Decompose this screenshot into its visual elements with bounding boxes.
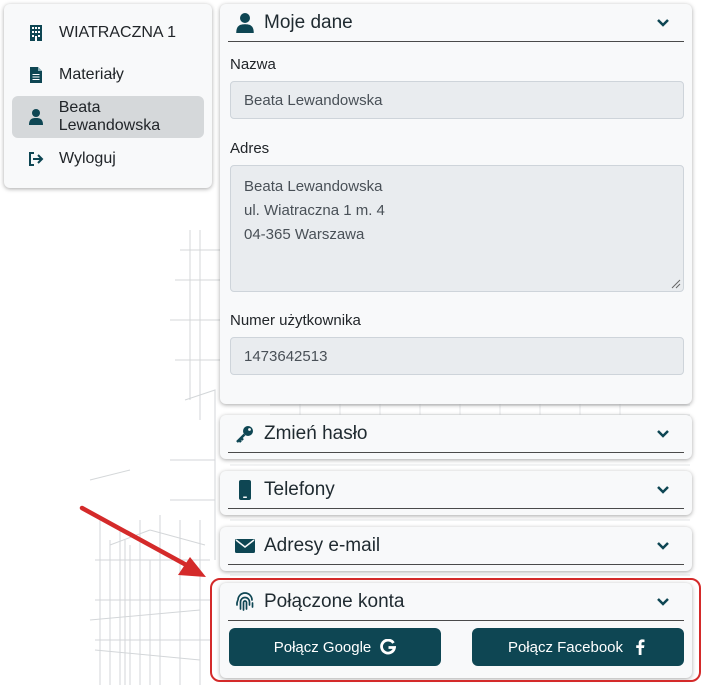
change-password-card: Zmień hasło [220,415,692,459]
my-data-card: Moje dane Nazwa Beata Lewandowska Adres … [220,4,692,404]
sidebar-item-label: WIATRACZNA 1 [59,24,177,41]
section-title: Adresy e-mail [264,534,381,556]
name-value: Beata Lewandowska [244,91,383,109]
logout-icon [26,149,46,169]
section-title: Połączone konta [264,590,405,612]
button-label: Połącz Facebook [507,638,624,656]
section-title: Moje dane [264,11,353,33]
name-field[interactable]: Beata Lewandowska [230,81,684,119]
address-line: Beata Lewandowska [244,178,383,195]
user-number-value: 1473642513 [244,347,328,365]
user-icon [26,107,46,127]
google-icon [380,639,397,655]
section-title: Telefony [264,478,335,500]
sidebar-item-label: Materiały [59,66,124,83]
resize-handle-icon[interactable] [669,277,681,289]
button-label: Połącz Google [273,638,372,656]
chevron-down-icon [657,430,669,438]
user-number-field[interactable]: 1473642513 [230,337,684,375]
change-password-header[interactable]: Zmień hasło [228,415,684,453]
connect-google-button[interactable]: Połącz Google [229,628,441,666]
address-label: Adres [230,140,270,157]
my-data-header[interactable]: Moje dane [228,4,684,42]
address-line: 04-365 Warszawa [244,226,365,243]
phones-card: Telefony [220,471,692,515]
section-title: Zmień hasło [264,422,368,444]
sidebar-item-materials[interactable]: Materiały [12,54,204,96]
phones-header[interactable]: Telefony [228,471,684,509]
sidebar-item-label: Wyloguj [59,150,116,167]
name-label: Nazwa [230,56,276,73]
key-icon [234,423,256,445]
sidebar-item-building[interactable]: WIATRACZNA 1 [12,12,204,54]
envelope-icon [234,535,256,557]
emails-card: Adresy e-mail [220,527,692,571]
document-icon [26,65,46,85]
user-number-label: Numer użytkownika [230,312,361,329]
address-field[interactable]: Beata Lewandowska ul. Wiatraczna 1 m. 4 … [230,165,684,292]
chevron-down-icon [657,542,669,550]
building-icon [26,23,46,43]
chevron-down-icon [657,19,669,27]
connected-accounts-header[interactable]: Połączone konta [228,583,684,621]
sidebar-item-profile[interactable]: Beata Lewandowska [12,96,204,138]
sidebar: WIATRACZNA 1 Materiały Beata Lewandowska… [4,4,212,188]
fingerprint-icon [234,591,256,613]
chevron-down-icon [657,486,669,494]
phone-icon [234,479,256,501]
facebook-icon [632,639,648,655]
emails-header[interactable]: Adresy e-mail [228,527,684,565]
sidebar-item-label: Beata Lewandowska [58,99,161,134]
connect-facebook-button[interactable]: Połącz Facebook [472,628,684,666]
sidebar-item-logout[interactable]: Wyloguj [12,138,204,180]
user-icon [234,12,256,34]
address-line: ul. Wiatraczna 1 m. 4 [244,202,385,219]
chevron-down-icon [657,598,669,606]
